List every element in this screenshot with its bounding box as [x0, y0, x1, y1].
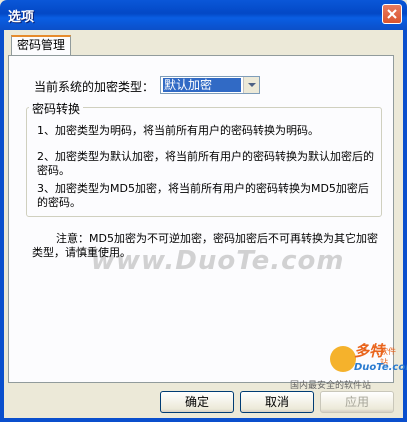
ok-button[interactable]: 确定 [160, 391, 234, 413]
encryption-type-value: 默认加密 [163, 78, 241, 92]
mascot-icon [330, 346, 356, 372]
conversion-item-2: 2、加密类型为默认加密，将当前所有用户的密码转换为默认加密后的密码。 [37, 150, 374, 177]
close-icon [387, 9, 397, 19]
apply-button[interactable]: 应用 [320, 391, 394, 413]
window-frame-left [0, 30, 4, 422]
warning-note: 注意：MD5加密为不可逆加密，密码加密后不可再转换为其它加密类型，请慎重使用。 [32, 232, 378, 259]
tab-password-management[interactable]: 密码管理 [11, 35, 71, 55]
title-bar: 选项 [0, 0, 407, 30]
dropdown-button[interactable] [243, 77, 259, 93]
cancel-button[interactable]: 取消 [240, 391, 314, 413]
encryption-type-select[interactable]: 默认加密 [160, 76, 260, 94]
options-dialog: 选项 密码管理 当前系统的加密类型： 默认加密 密码转换 1、加密类型为明码，将… [0, 0, 407, 422]
chevron-down-icon [248, 83, 256, 87]
conversion-item-3: 3、加密类型为MD5加密，将当前所有用户的密码转换为MD5加密后的密码。 [37, 182, 369, 209]
window-title: 选项 [8, 10, 35, 25]
encryption-type-label: 当前系统的加密类型： [34, 80, 155, 94]
logo-slogan: 国内最安全的软件站 [290, 381, 372, 391]
logo-domain: DuoTe.com [354, 362, 407, 373]
duote-logo: 多特 软件站 DuoTe.com 国内最安全的软件站 [290, 340, 407, 391]
close-button[interactable] [382, 4, 402, 24]
conversion-item-1: 1、加密类型为明码，将当前所有用户的密码转换为明码。 [37, 124, 319, 137]
tab-panel: 当前系统的加密类型： 默认加密 密码转换 1、加密类型为明码，将当前所有用户的密… [8, 55, 394, 383]
group-legend: 密码转换 [29, 100, 84, 117]
window-frame-bottom [0, 418, 407, 422]
